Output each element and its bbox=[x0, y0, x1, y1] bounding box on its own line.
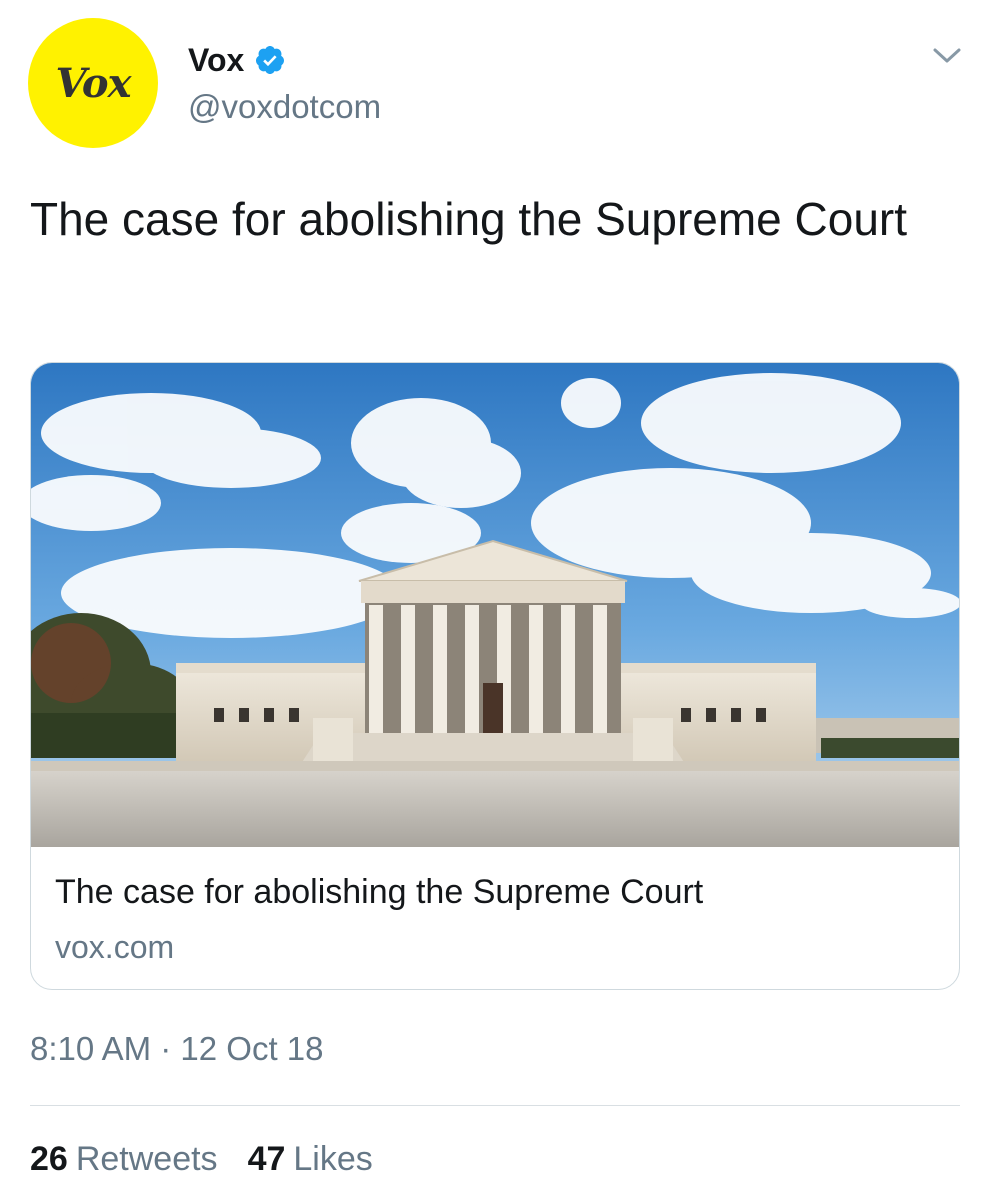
chevron-down-icon[interactable] bbox=[929, 40, 965, 70]
retweets-count: 26 bbox=[30, 1140, 68, 1178]
card-title: The case for abolishing the Supreme Cour… bbox=[55, 873, 704, 911]
likes-count: 47 bbox=[247, 1140, 286, 1178]
author-display-name[interactable]: Vox bbox=[188, 42, 244, 79]
avatar[interactable]: Vox bbox=[28, 18, 158, 148]
likes-stat[interactable]: 47 Likes bbox=[248, 1140, 373, 1179]
divider bbox=[30, 1105, 960, 1106]
retweets-stat[interactable]: 26 Retweets bbox=[30, 1140, 218, 1179]
author-handle[interactable]: @voxdotcom bbox=[188, 88, 381, 126]
tweet-detail: Vox Vox @voxdotcom The case for abolishi… bbox=[0, 0, 989, 1200]
supreme-court-building-image bbox=[31, 363, 959, 847]
tweet-text: The case for abolishing the Supreme Cour… bbox=[30, 193, 908, 245]
tweet-timestamp[interactable]: 8:10 AM · 12 Oct 18 bbox=[30, 1030, 324, 1068]
author-name-row: Vox bbox=[188, 38, 286, 82]
avatar-logo-text: Vox bbox=[55, 59, 132, 107]
likes-label: Likes bbox=[293, 1140, 373, 1178]
link-card[interactable]: The case for abolishing the Supreme Cour… bbox=[30, 362, 960, 990]
retweets-label: Retweets bbox=[75, 1140, 218, 1178]
verified-badge-icon bbox=[256, 46, 285, 74]
card-domain: vox.com bbox=[55, 929, 175, 965]
tweet-stats: 26 Retweets 47 Likes bbox=[30, 1140, 373, 1179]
